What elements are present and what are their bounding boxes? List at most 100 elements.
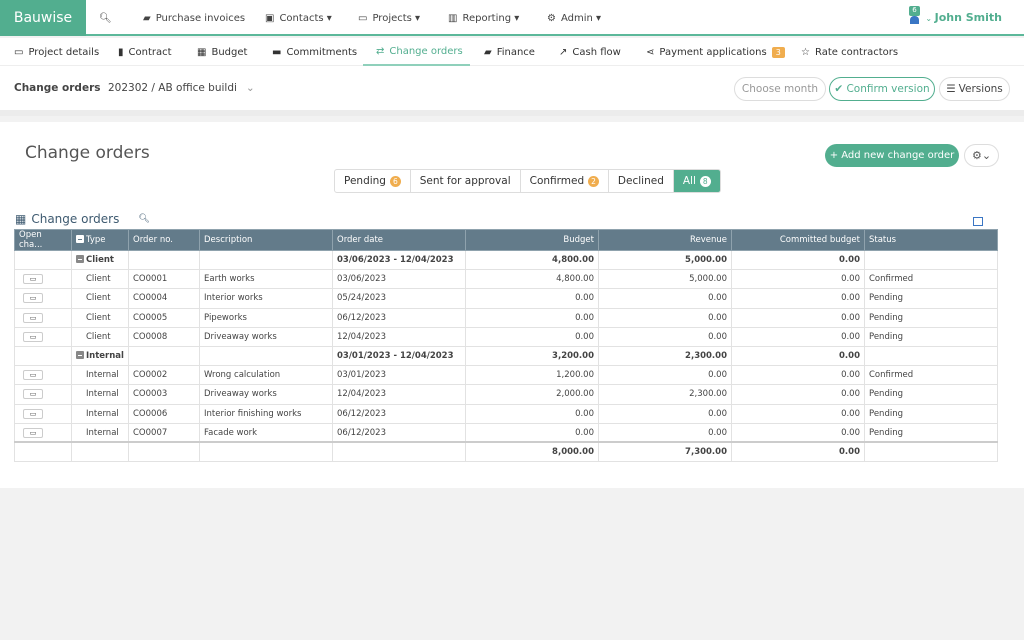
col-committed[interactable]: Committed budget bbox=[731, 229, 865, 251]
folder-open-icon[interactable]: ▭ bbox=[23, 312, 43, 323]
notifications-button[interactable]: 6 bbox=[909, 6, 920, 24]
filter-sent-for-approval[interactable]: Sent for approval bbox=[411, 170, 521, 192]
columns-icon[interactable] bbox=[973, 217, 983, 226]
table-row[interactable]: ▭ Client CO0005 Pipeworks 06/12/2023 0.00 0.00… bbox=[14, 307, 998, 328]
bookmark-icon: ▮ bbox=[118, 46, 124, 58]
cell-desc: Wrong calculation bbox=[199, 365, 333, 386]
cell-revenue: 0.00 bbox=[598, 365, 732, 386]
tab-payment-applications[interactable]: ⋖ Payment applications 3 bbox=[646, 38, 785, 66]
top-navbar: Bauwise 🔍︎ ▰ Purchase invoices ▣ Contacts … bbox=[0, 0, 1024, 36]
project-select[interactable]: 202302 / AB office buildi ⌄ bbox=[108, 82, 255, 94]
grid-title: ▦ Change orders 🔍︎ bbox=[15, 212, 150, 226]
cell-budget: 4,800.00 bbox=[465, 269, 599, 290]
cell-desc bbox=[199, 249, 333, 271]
folder-open-icon[interactable]: ▭ bbox=[23, 408, 43, 419]
table-row[interactable]: ▭ Internal CO0002 Wrong calculation 03/01/20… bbox=[14, 365, 998, 386]
search-icon[interactable]: 🔍︎ bbox=[99, 0, 112, 36]
col-description[interactable]: Description bbox=[199, 229, 333, 251]
tab-contract[interactable]: ▮ Contract bbox=[118, 38, 172, 66]
col-open[interactable]: Open cha... bbox=[14, 229, 72, 251]
cell-committed: 0.00 bbox=[731, 249, 865, 271]
cell-revenue: 0.00 bbox=[598, 326, 732, 347]
collapse-icon[interactable] bbox=[76, 235, 84, 243]
cell-open: ▭ bbox=[14, 288, 72, 309]
folder-open-icon[interactable]: ▭ bbox=[23, 427, 43, 438]
add-change-order-button[interactable]: + Add new change order bbox=[825, 144, 959, 167]
cell-committed: 0.00 bbox=[731, 288, 865, 309]
nav-admin[interactable]: ⚙ Admin ▾ bbox=[547, 0, 601, 36]
table-row[interactable]: ▭ Client CO0001 Earth works 03/06/2023 4,800.… bbox=[14, 269, 998, 290]
folder-open-icon[interactable]: ▭ bbox=[23, 293, 43, 304]
folder-open-icon[interactable]: ▭ bbox=[23, 389, 43, 400]
cell-no: CO0001 bbox=[128, 269, 200, 290]
cell-committed: 0.00 bbox=[731, 365, 865, 386]
table-row[interactable]: ▭ Client CO0004 Interior works 05/24/2023 0.0… bbox=[14, 288, 998, 309]
col-revenue[interactable]: Revenue bbox=[598, 229, 732, 251]
tab-cash-flow[interactable]: ↗ Cash flow bbox=[559, 38, 621, 66]
nav-purchase-invoices[interactable]: ▰ Purchase invoices bbox=[143, 0, 245, 36]
versions-button[interactable]: ☰ Versions bbox=[939, 77, 1010, 101]
table-row[interactable]: ▭ Internal CO0006 Interior finishing works 0… bbox=[14, 403, 998, 424]
cell-budget: 0.00 bbox=[465, 307, 599, 328]
tab-project-details[interactable]: ▭ Project details bbox=[14, 38, 99, 66]
tab-commitments[interactable]: ▬ Commitments bbox=[272, 38, 357, 66]
user-menu[interactable]: ⌄ John Smith bbox=[925, 11, 1002, 24]
col-order-date[interactable]: Order date bbox=[332, 229, 466, 251]
cell-date: 06/12/2023 bbox=[332, 403, 466, 424]
group-row[interactable]: Internal 03/01/2023 - 12/04/2023 3,200.00 2… bbox=[14, 345, 998, 367]
change-orders-table: Open cha... Type Order no. Description O… bbox=[14, 229, 998, 463]
choose-month-input[interactable]: Choose month bbox=[734, 77, 826, 101]
tab-finance[interactable]: ▰ Finance bbox=[484, 38, 535, 66]
cell-date: 03/06/2023 bbox=[332, 269, 466, 290]
cell-desc: Pipeworks bbox=[199, 307, 333, 328]
filter-pending[interactable]: Pending 6 bbox=[335, 170, 411, 192]
cell-no: CO0006 bbox=[128, 403, 200, 424]
col-type[interactable]: Type bbox=[71, 229, 129, 251]
folder-open-icon[interactable]: ▭ bbox=[23, 370, 43, 381]
folder-open-icon[interactable]: ▭ bbox=[23, 274, 43, 285]
table-row[interactable]: ▭ Internal CO0003 Driveaway works 12/04/2023… bbox=[14, 384, 998, 405]
cell-type: Internal bbox=[71, 365, 129, 386]
gear-icon: ⚙ bbox=[547, 12, 556, 24]
cell-revenue: 0.00 bbox=[598, 288, 732, 309]
nav-contacts[interactable]: ▣ Contacts ▾ bbox=[265, 0, 332, 36]
cell-revenue: 2,300.00 bbox=[598, 384, 732, 405]
cell-status bbox=[864, 345, 998, 367]
col-budget[interactable]: Budget bbox=[465, 229, 599, 251]
cell-type[interactable]: Client bbox=[71, 249, 129, 271]
cell-type[interactable]: Internal bbox=[71, 345, 129, 367]
brand-logo[interactable]: Bauwise bbox=[0, 0, 86, 36]
cell-open: ▭ bbox=[14, 384, 72, 405]
cell-status: Pending bbox=[864, 422, 998, 443]
retweet-icon: ⇄ bbox=[376, 45, 385, 57]
table-row[interactable]: ▭ Internal CO0007 Facade work 06/12/2023 0.00… bbox=[14, 422, 998, 443]
cell-status: Pending bbox=[864, 326, 998, 347]
group-row[interactable]: Client 03/06/2023 - 12/04/2023 4,800.00 5,0… bbox=[14, 249, 998, 271]
collapse-icon[interactable] bbox=[76, 351, 84, 360]
search-icon[interactable]: 🔍︎ bbox=[138, 214, 149, 224]
settings-dropdown[interactable]: ⚙⌄ bbox=[964, 144, 999, 167]
col-status[interactable]: Status bbox=[864, 229, 998, 251]
cell-budget: 0.00 bbox=[465, 288, 599, 309]
cell-open: ▭ bbox=[14, 422, 72, 443]
cell-budget: 4,800.00 bbox=[465, 249, 599, 271]
list-icon: ☰ bbox=[946, 83, 956, 95]
confirm-version-button[interactable]: ✔ Confirm version bbox=[829, 77, 935, 101]
filter-confirmed[interactable]: Confirmed 2 bbox=[521, 170, 609, 192]
collapse-icon[interactable] bbox=[76, 255, 84, 264]
cell-desc: Driveaway works bbox=[199, 384, 333, 405]
cell-type: Internal bbox=[71, 403, 129, 424]
nav-reporting[interactable]: ▥ Reporting ▾ bbox=[448, 0, 519, 36]
nav-projects[interactable]: ▭ Projects ▾ bbox=[358, 0, 420, 36]
tab-budget[interactable]: ▦ Budget bbox=[197, 38, 247, 66]
col-order-no[interactable]: Order no. bbox=[128, 229, 200, 251]
tab-rate-contractors[interactable]: ☆ Rate contractors bbox=[801, 38, 898, 66]
cell-desc: Interior finishing works bbox=[199, 403, 333, 424]
tab-change-orders[interactable]: ⇄ Change orders bbox=[363, 38, 470, 66]
folder-open-icon[interactable]: ▭ bbox=[23, 331, 43, 342]
filter-all[interactable]: All 8 bbox=[673, 170, 720, 192]
cell-revenue: 0.00 bbox=[598, 307, 732, 328]
table-row[interactable]: ▭ Client CO0008 Driveaway works 12/04/2023 0.… bbox=[14, 326, 998, 347]
filter-declined[interactable]: Declined bbox=[609, 170, 674, 192]
cell-budget: 2,000.00 bbox=[465, 384, 599, 405]
